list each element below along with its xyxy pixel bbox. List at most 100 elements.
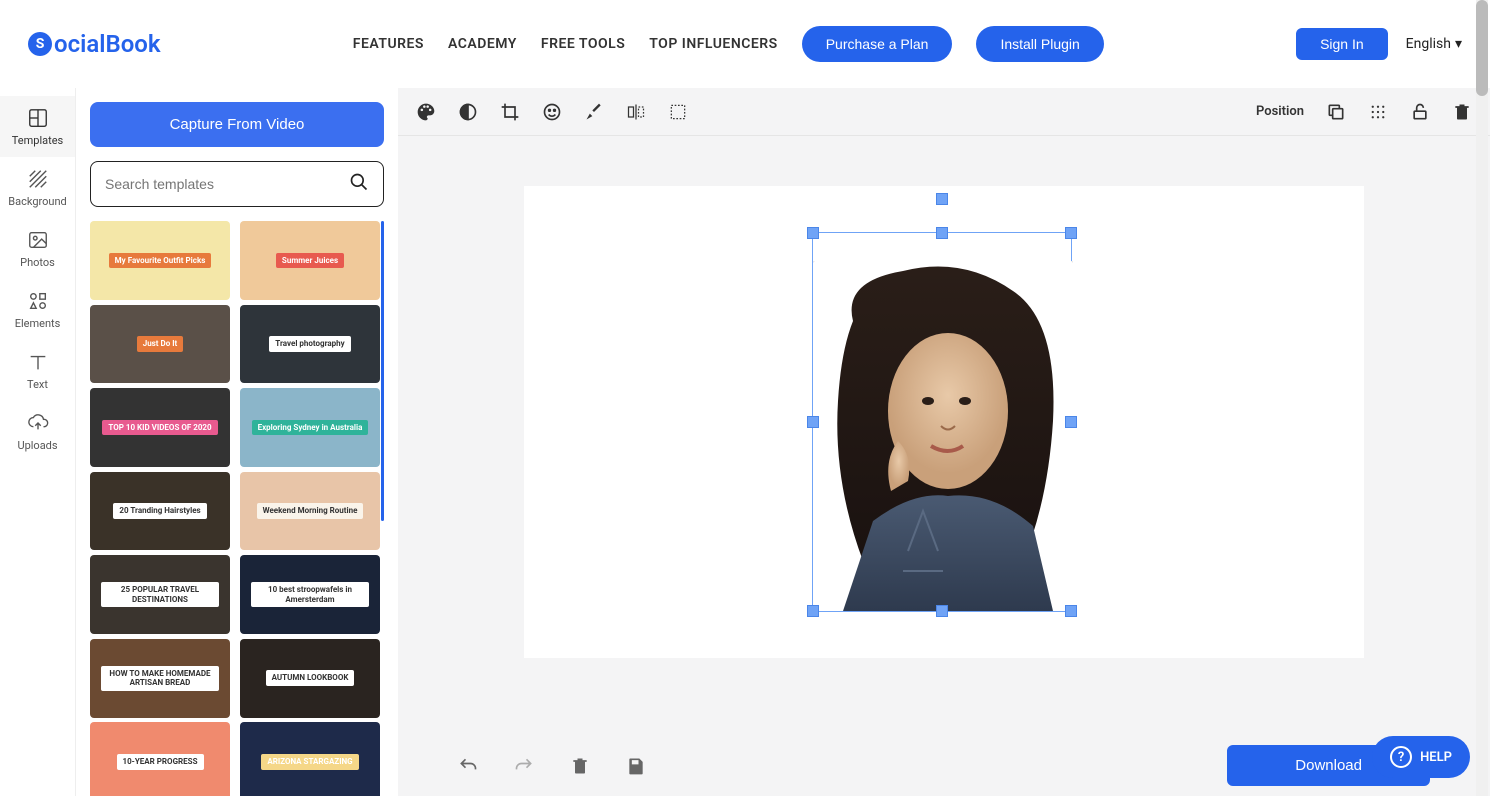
- copy-icon[interactable]: [1326, 102, 1346, 122]
- template-title: Travel photography: [269, 336, 350, 352]
- redo-icon[interactable]: [514, 756, 534, 776]
- template-title: 25 POPULAR TRAVEL DESTINATIONS: [101, 582, 220, 607]
- resize-handle-bl[interactable]: [807, 605, 819, 617]
- sidebar-item-label: Text: [27, 378, 48, 391]
- resize-handle-mr[interactable]: [1065, 416, 1077, 428]
- logo-text: ocialBook: [54, 30, 161, 58]
- nav-free-tools[interactable]: FREE TOOLS: [541, 36, 625, 52]
- resize-handle-ml[interactable]: [807, 416, 819, 428]
- resize-handle-tc[interactable]: [936, 227, 948, 239]
- template-card[interactable]: Just Do It: [90, 305, 230, 384]
- crop-icon[interactable]: [500, 102, 520, 122]
- logo[interactable]: SocialBook: [28, 30, 161, 58]
- save-icon[interactable]: [626, 756, 646, 776]
- resize-handle-tl[interactable]: [807, 227, 819, 239]
- sidebar-item-photos[interactable]: Photos: [0, 218, 75, 279]
- sidebar-item-label: Templates: [12, 134, 63, 147]
- template-card[interactable]: ARIZONA STARGAZING: [240, 722, 380, 796]
- template-title: TOP 10 KID VIDEOS OF 2020: [102, 420, 217, 436]
- page-scrollbar[interactable]: [1476, 0, 1488, 796]
- template-card[interactable]: Travel photography: [240, 305, 380, 384]
- template-card[interactable]: 25 POPULAR TRAVEL DESTINATIONS: [90, 555, 230, 634]
- template-title: Just Do It: [137, 336, 184, 352]
- language-label: English: [1406, 36, 1451, 52]
- nav-features[interactable]: FEATURES: [353, 36, 424, 52]
- template-card[interactable]: 10-YEAR PROGRESS: [90, 722, 230, 796]
- resize-handle-tr[interactable]: [1065, 227, 1077, 239]
- template-card[interactable]: AUTUMN LOOKBOOK: [240, 639, 380, 718]
- undo-icon[interactable]: [458, 756, 478, 776]
- search-templates-field[interactable]: [90, 161, 384, 207]
- uploads-icon: [26, 411, 50, 435]
- template-title: 10-YEAR PROGRESS: [117, 754, 204, 770]
- resize-handle-br[interactable]: [1065, 605, 1077, 617]
- sidebar-item-label: Elements: [15, 317, 61, 330]
- canvas[interactable]: [524, 186, 1364, 658]
- nav-top-influencers[interactable]: TOP INFLUENCERS: [649, 36, 777, 52]
- search-icon[interactable]: [349, 172, 369, 196]
- install-plugin-button[interactable]: Install Plugin: [976, 26, 1103, 62]
- nav-academy[interactable]: ACADEMY: [448, 36, 517, 52]
- elements-icon: [26, 289, 50, 313]
- history-controls: [458, 756, 646, 776]
- scrollbar-thumb[interactable]: [1476, 0, 1488, 96]
- lock-icon[interactable]: [1410, 102, 1430, 122]
- template-card[interactable]: Weekend Morning Routine: [240, 472, 380, 551]
- template-card[interactable]: 10 best stroopwafels in Amersterdam: [240, 555, 380, 634]
- adjust-icon[interactable]: [458, 102, 478, 122]
- canvas-image[interactable]: [813, 261, 1073, 611]
- delete-icon[interactable]: [1452, 102, 1472, 122]
- grid-icon[interactable]: [1368, 102, 1388, 122]
- sidebar-item-elements[interactable]: Elements: [0, 279, 75, 340]
- header-right: Sign In English ▾: [1296, 28, 1462, 60]
- flip-vertical-icon[interactable]: [668, 102, 688, 122]
- template-card[interactable]: HOW TO MAKE HOMEMADE ARTISAN BREAD: [90, 639, 230, 718]
- selected-element[interactable]: [812, 232, 1072, 612]
- template-title: HOW TO MAKE HOMEMADE ARTISAN BREAD: [101, 666, 220, 691]
- templates-panel: Capture From Video My Favourite Outfit P…: [76, 88, 398, 796]
- palette-icon[interactable]: [416, 102, 436, 122]
- purchase-plan-button[interactable]: Purchase a Plan: [802, 26, 953, 62]
- bottom-bar: Download: [398, 745, 1490, 786]
- template-title: My Favourite Outfit Picks: [109, 253, 212, 269]
- sidebar-item-text[interactable]: Text: [0, 340, 75, 401]
- tool-sidebar: Templates Background Photos Elements Tex…: [0, 88, 76, 796]
- sidebar-item-background[interactable]: Background: [0, 157, 75, 218]
- template-card[interactable]: Exploring Sydney in Australia: [240, 388, 380, 467]
- template-title: Summer Juices: [276, 253, 344, 269]
- template-card[interactable]: Summer Juices: [240, 221, 380, 300]
- text-icon: [26, 350, 50, 374]
- template-title: AUTUMN LOOKBOOK: [266, 670, 355, 686]
- toolbar-left: [416, 102, 688, 122]
- help-button[interactable]: ? HELP: [1372, 736, 1470, 778]
- sidebar-item-uploads[interactable]: Uploads: [0, 401, 75, 462]
- trash-icon[interactable]: [570, 756, 590, 776]
- sidebar-item-label: Background: [8, 195, 66, 208]
- face-icon[interactable]: [542, 102, 562, 122]
- template-card[interactable]: TOP 10 KID VIDEOS OF 2020: [90, 388, 230, 467]
- sidebar-item-label: Photos: [20, 256, 55, 269]
- rotate-handle[interactable]: [936, 193, 948, 205]
- brush-icon[interactable]: [584, 102, 604, 122]
- search-input[interactable]: [105, 176, 349, 192]
- logo-icon: S: [28, 32, 52, 56]
- canvas-viewport[interactable]: [398, 136, 1490, 796]
- flip-horizontal-icon[interactable]: [626, 102, 646, 122]
- resize-handle-bc[interactable]: [936, 605, 948, 617]
- main-nav: FEATURES ACADEMY FREE TOOLS TOP INFLUENC…: [353, 26, 1104, 62]
- template-card[interactable]: 20 Tranding Hairstyles: [90, 472, 230, 551]
- photos-icon: [26, 228, 50, 252]
- sidebar-item-label: Uploads: [17, 439, 57, 452]
- templates-grid[interactable]: My Favourite Outfit Picks Summer Juices Ju…: [90, 221, 384, 796]
- language-selector[interactable]: English ▾: [1406, 36, 1462, 52]
- toolbar-right: Position: [1256, 102, 1472, 122]
- chevron-down-icon: ▾: [1455, 36, 1462, 52]
- position-button[interactable]: Position: [1256, 104, 1304, 119]
- template-card[interactable]: My Favourite Outfit Picks: [90, 221, 230, 300]
- sidebar-item-templates[interactable]: Templates: [0, 96, 75, 157]
- template-title: Weekend Morning Routine: [257, 503, 364, 519]
- main-layout: Templates Background Photos Elements Tex…: [0, 88, 1490, 796]
- capture-from-video-button[interactable]: Capture From Video: [90, 102, 384, 147]
- sign-in-button[interactable]: Sign In: [1296, 28, 1388, 60]
- help-label: HELP: [1420, 750, 1452, 765]
